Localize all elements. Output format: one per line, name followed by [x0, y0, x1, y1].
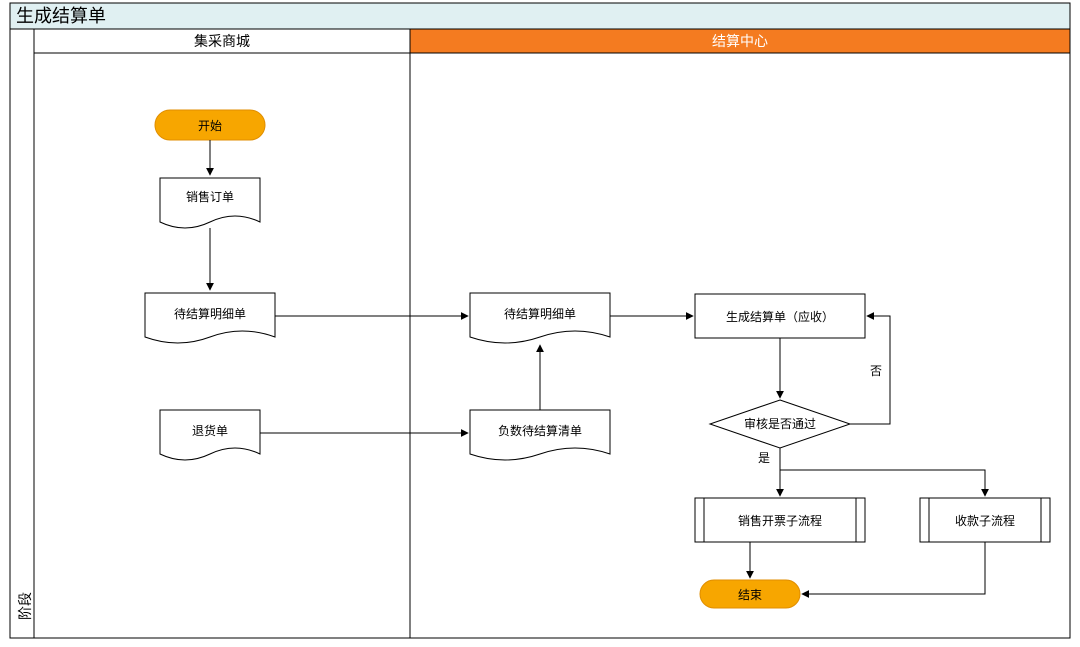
title-bar	[10, 3, 1070, 29]
node-return-order-text: 退货单	[192, 423, 228, 438]
lane-header-left: 集采商城	[194, 33, 250, 49]
diagram-title: 生成结算单	[16, 6, 106, 26]
node-receipt-sub: 收款子流程	[920, 498, 1050, 542]
node-end-text: 结束	[738, 588, 762, 602]
node-sales-invoice-sub-text: 销售开票子流程	[738, 513, 822, 528]
diagram-root: 生成结算单 阶段 集采商城 结算中心 开始 销售订单 待结算明细单 退货单	[0, 0, 1080, 647]
node-pending-detail-left-text: 待结算明细单	[174, 306, 246, 321]
lane-body-left	[34, 53, 410, 638]
phase-bar	[10, 29, 34, 638]
node-approve-text: 审核是否通过	[744, 416, 816, 431]
node-pending-detail-right-text: 待结算明细单	[504, 306, 576, 321]
node-end: 结束	[700, 580, 800, 608]
edge-approve-yes-label: 是	[758, 451, 770, 465]
node-negative-pending-text: 负数待结算清单	[498, 423, 582, 438]
node-sales-invoice-sub: 销售开票子流程	[695, 498, 865, 542]
node-gen-settlement: 生成结算单（应收）	[695, 294, 865, 338]
node-gen-settlement-text: 生成结算单（应收）	[726, 309, 834, 324]
node-receipt-sub-text: 收款子流程	[955, 513, 1015, 528]
edge-approve-no-label: 否	[870, 364, 882, 378]
lane-body-right	[410, 53, 1070, 638]
node-start-text: 开始	[198, 119, 222, 133]
phase-label: 阶段	[17, 592, 33, 620]
node-start: 开始	[155, 110, 265, 140]
flowchart-svg: 生成结算单 阶段 集采商城 结算中心 开始 销售订单 待结算明细单 退货单	[0, 0, 1080, 647]
node-sales-order-text: 销售订单	[186, 189, 234, 204]
lane-header-right: 结算中心	[712, 33, 768, 49]
